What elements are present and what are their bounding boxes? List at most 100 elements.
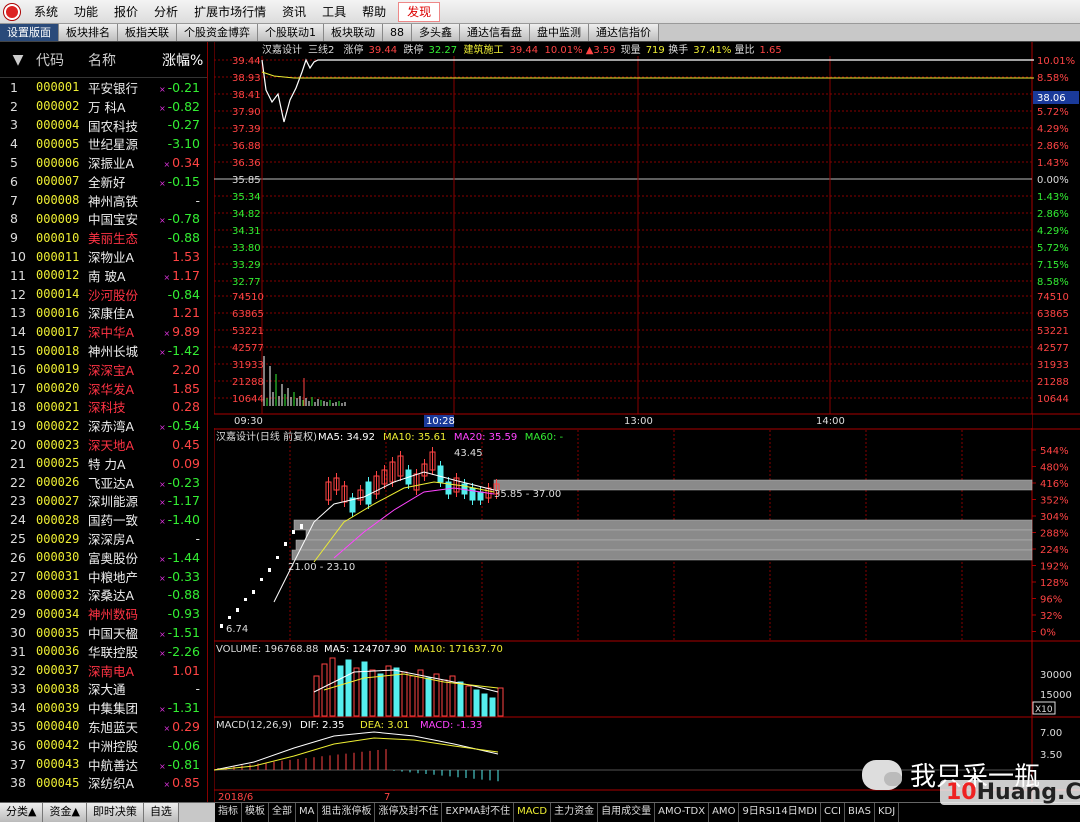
- list-footer-tab-3[interactable]: 自选: [143, 803, 179, 822]
- stock-row[interactable]: 30 000035 中国天楹 × -1.51: [0, 623, 207, 642]
- menu-0[interactable]: 系统: [26, 0, 66, 24]
- stock-row[interactable]: 19 000022 深赤湾A × -0.54: [0, 416, 207, 435]
- menu-discover[interactable]: 发现: [398, 1, 441, 22]
- menu-1[interactable]: 功能: [66, 0, 106, 24]
- menu-2[interactable]: 报价: [106, 0, 146, 24]
- indicator-tab-2[interactable]: 全部: [269, 803, 296, 822]
- stock-row[interactable]: 21 000025 特 力A 0.09: [0, 454, 207, 473]
- row-index: 22: [10, 474, 26, 490]
- indicator-tab-15[interactable]: KDJ: [875, 803, 900, 822]
- tab-9[interactable]: 盘中监测: [530, 24, 589, 41]
- sort-icon[interactable]: ▼: [0, 52, 36, 68]
- stock-row[interactable]: 6 000007 全新好 × -0.15: [0, 172, 207, 191]
- stock-row[interactable]: 22 000026 飞亚达A × -0.23: [0, 473, 207, 492]
- indicator-tab-8[interactable]: 主力资金: [551, 803, 599, 822]
- col-name[interactable]: 名称: [88, 50, 162, 70]
- stock-change: 2.20: [158, 362, 204, 377]
- stock-code: 000032: [36, 587, 80, 602]
- stock-row[interactable]: 33 000038 深大通 -: [0, 680, 207, 699]
- stock-row[interactable]: 3 000004 国农科技 -0.27: [0, 116, 207, 135]
- stock-row[interactable]: 10 000011 深物业A 1.53: [0, 247, 207, 266]
- stock-row[interactable]: 2 000002 万 科A × -0.82: [0, 97, 207, 116]
- row-index: 16: [10, 361, 26, 377]
- menu-7[interactable]: 帮助: [354, 0, 394, 24]
- stock-row[interactable]: 27 000031 中粮地产 × -0.33: [0, 567, 207, 586]
- stock-change: × 9.89: [158, 324, 204, 339]
- stock-row[interactable]: 12 000014 沙河股份 -0.84: [0, 285, 207, 304]
- stock-row[interactable]: 5 000006 深振业A × 0.34: [0, 153, 207, 172]
- indicator-tab-0[interactable]: 指标: [215, 803, 242, 822]
- stock-row[interactable]: 17 000020 深华发A 1.85: [0, 379, 207, 398]
- indicator-tab-14[interactable]: BIAS: [845, 803, 875, 822]
- stock-row[interactable]: 35 000040 东旭蓝天 × 0.29: [0, 717, 207, 736]
- indicator-tab-10[interactable]: AMO-TDX: [655, 803, 710, 822]
- indicator-tab-11[interactable]: AMO: [709, 803, 740, 822]
- indicator-tab-6[interactable]: EXPMA封不住: [442, 803, 515, 822]
- tab-0[interactable]: 设置版面: [0, 24, 59, 41]
- menu-6[interactable]: 工具: [314, 0, 354, 24]
- brand-domain: Huang.CN: [976, 780, 1080, 805]
- stock-change: × -1.42: [158, 343, 204, 358]
- stock-change: -: [158, 531, 204, 546]
- indicator-tab-3[interactable]: MA: [296, 803, 319, 822]
- stock-row[interactable]: 4 000005 世纪星源 -3.10: [0, 134, 207, 153]
- indicator-tab-5[interactable]: 涨停及封不住: [375, 803, 443, 822]
- indicator-tab-4[interactable]: 狙击涨停板: [318, 803, 376, 822]
- stock-row[interactable]: 11 000012 南 玻A × 1.17: [0, 266, 207, 285]
- menu-3[interactable]: 分析: [146, 0, 186, 24]
- col-change[interactable]: 涨幅%: [162, 50, 204, 70]
- menu-5[interactable]: 资讯: [274, 0, 314, 24]
- stock-row[interactable]: 18 000021 深科技 0.28: [0, 398, 207, 417]
- stock-row[interactable]: 29 000034 神州数码 -0.93: [0, 604, 207, 623]
- indicator-tab-13[interactable]: CCI: [821, 803, 845, 822]
- stock-row[interactable]: 26 000030 富奥股份 × -1.44: [0, 548, 207, 567]
- volume-tick: 15000: [1040, 690, 1072, 701]
- vol-tick-right: 21288: [1037, 377, 1069, 388]
- col-code[interactable]: 代码: [36, 50, 88, 70]
- tab-4[interactable]: 个股联动1: [258, 24, 324, 41]
- stock-row[interactable]: 25 000029 深深房A -: [0, 529, 207, 548]
- stock-row[interactable]: 38 000045 深纺织A × 0.85: [0, 773, 207, 792]
- tab-7[interactable]: 多头鑫: [412, 24, 460, 41]
- tab-10[interactable]: 通达信指价: [589, 24, 659, 41]
- indicator-tab-1[interactable]: 模板: [242, 803, 269, 822]
- stock-row[interactable]: 9 000010 美丽生态 -0.88: [0, 228, 207, 247]
- stock-row[interactable]: 37 000043 中航善达 × -0.81: [0, 755, 207, 774]
- list-footer-tab-1[interactable]: 资金▲: [43, 803, 87, 822]
- chart-area[interactable]: 汉嘉设计 三线2 涨停 39.44 跌停 32.27 建筑施工 39.44 10.01% ▲3.5…: [214, 42, 1080, 802]
- stock-code: 000010: [36, 230, 80, 245]
- stock-code: 000006: [36, 155, 80, 170]
- menu-4[interactable]: 扩展市场行情: [186, 0, 274, 24]
- stock-row[interactable]: 15 000018 神州长城 × -1.42: [0, 341, 207, 360]
- stock-row[interactable]: 36 000042 中洲控股 -0.06: [0, 736, 207, 755]
- stock-row[interactable]: 34 000039 中集集团 × -1.31: [0, 698, 207, 717]
- stock-row[interactable]: 8 000009 中国宝安 × -0.78: [0, 210, 207, 229]
- stock-row[interactable]: 23 000027 深圳能源 × -1.17: [0, 492, 207, 511]
- stock-row[interactable]: 13 000016 深康佳A 1.21: [0, 304, 207, 323]
- tab-3[interactable]: 个股资金博弈: [177, 24, 258, 41]
- stock-code: 000040: [36, 719, 80, 734]
- stock-row[interactable]: 1 000001 平安银行 × -0.21: [0, 78, 207, 97]
- stock-row[interactable]: 20 000023 深天地A 0.45: [0, 435, 207, 454]
- list-footer-tab-0[interactable]: 分类▲: [0, 803, 44, 822]
- stock-row[interactable]: 24 000028 国药一致 × -1.40: [0, 510, 207, 529]
- stock-row[interactable]: 7 000008 神州高铁 -: [0, 191, 207, 210]
- vol-tick-left: 21288: [232, 377, 264, 388]
- tab-8[interactable]: 通达信看盘: [460, 24, 530, 41]
- tab-2[interactable]: 板指关联: [118, 24, 177, 41]
- stock-row[interactable]: 28 000032 深桑达A -0.88: [0, 586, 207, 605]
- tab-5[interactable]: 板块联动: [324, 24, 383, 41]
- stock-row[interactable]: 31 000036 华联控股 × -2.26: [0, 642, 207, 661]
- list-footer-tab-2[interactable]: 即时决策: [86, 803, 144, 822]
- stock-row[interactable]: 32 000037 深南电A 1.01: [0, 661, 207, 680]
- stock-row[interactable]: 16 000019 深深宝A 2.20: [0, 360, 207, 379]
- tab-6[interactable]: 88: [383, 24, 412, 41]
- indicator-tab-7[interactable]: MACD: [514, 803, 552, 822]
- candle: [260, 578, 263, 581]
- stock-code: 000028: [36, 512, 80, 527]
- indicator-tab-9[interactable]: 自用成交量: [598, 803, 656, 822]
- change-value: -: [195, 192, 200, 208]
- indicator-tab-12[interactable]: 9日RSI14日MDI: [739, 803, 822, 822]
- tab-1[interactable]: 板块排名: [59, 24, 118, 41]
- stock-row[interactable]: 14 000017 深中华A × 9.89: [0, 322, 207, 341]
